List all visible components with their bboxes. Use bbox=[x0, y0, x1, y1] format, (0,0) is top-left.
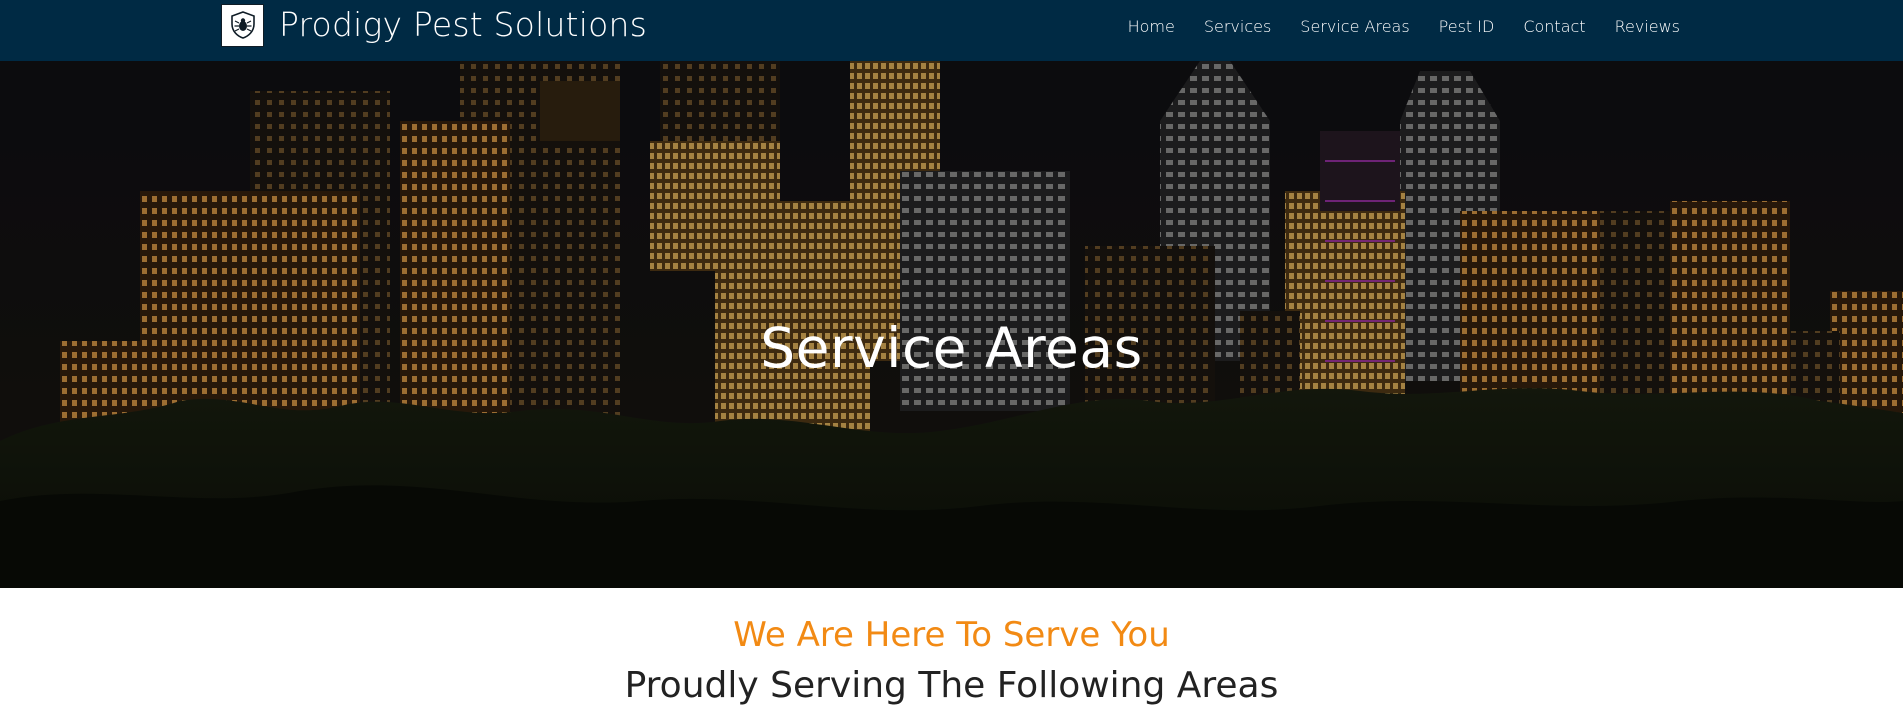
intro-heading: Proudly Serving The Following Areas bbox=[624, 665, 1279, 706]
brand-link[interactable]: Prodigy Pest Solutions bbox=[221, 3, 647, 47]
nav-home-link[interactable]: Home bbox=[1128, 14, 1175, 40]
hero-title: Service Areas bbox=[760, 316, 1143, 380]
main-nav: Home Services Service Areas Pest ID Cont… bbox=[1099, 14, 1680, 40]
nav-contact-link[interactable]: Contact bbox=[1523, 14, 1585, 40]
hero-banner: Service Areas bbox=[0, 61, 1903, 588]
nav-reviews-link[interactable]: Reviews bbox=[1615, 14, 1680, 40]
bug-shield-icon bbox=[221, 3, 264, 47]
brand-name: Prodigy Pest Solutions bbox=[279, 5, 647, 44]
intro-section: We Are Here To Serve You Proudly Serving… bbox=[0, 588, 1903, 718]
site-header: Prodigy Pest Solutions Home Services Ser… bbox=[0, 0, 1903, 61]
nav-services-link[interactable]: Services bbox=[1204, 14, 1271, 40]
intro-kicker: We Are Here To Serve You bbox=[733, 615, 1170, 655]
nav-service-areas-link[interactable]: Service Areas bbox=[1300, 14, 1409, 40]
nav-pest-id-link[interactable]: Pest ID bbox=[1439, 14, 1495, 40]
